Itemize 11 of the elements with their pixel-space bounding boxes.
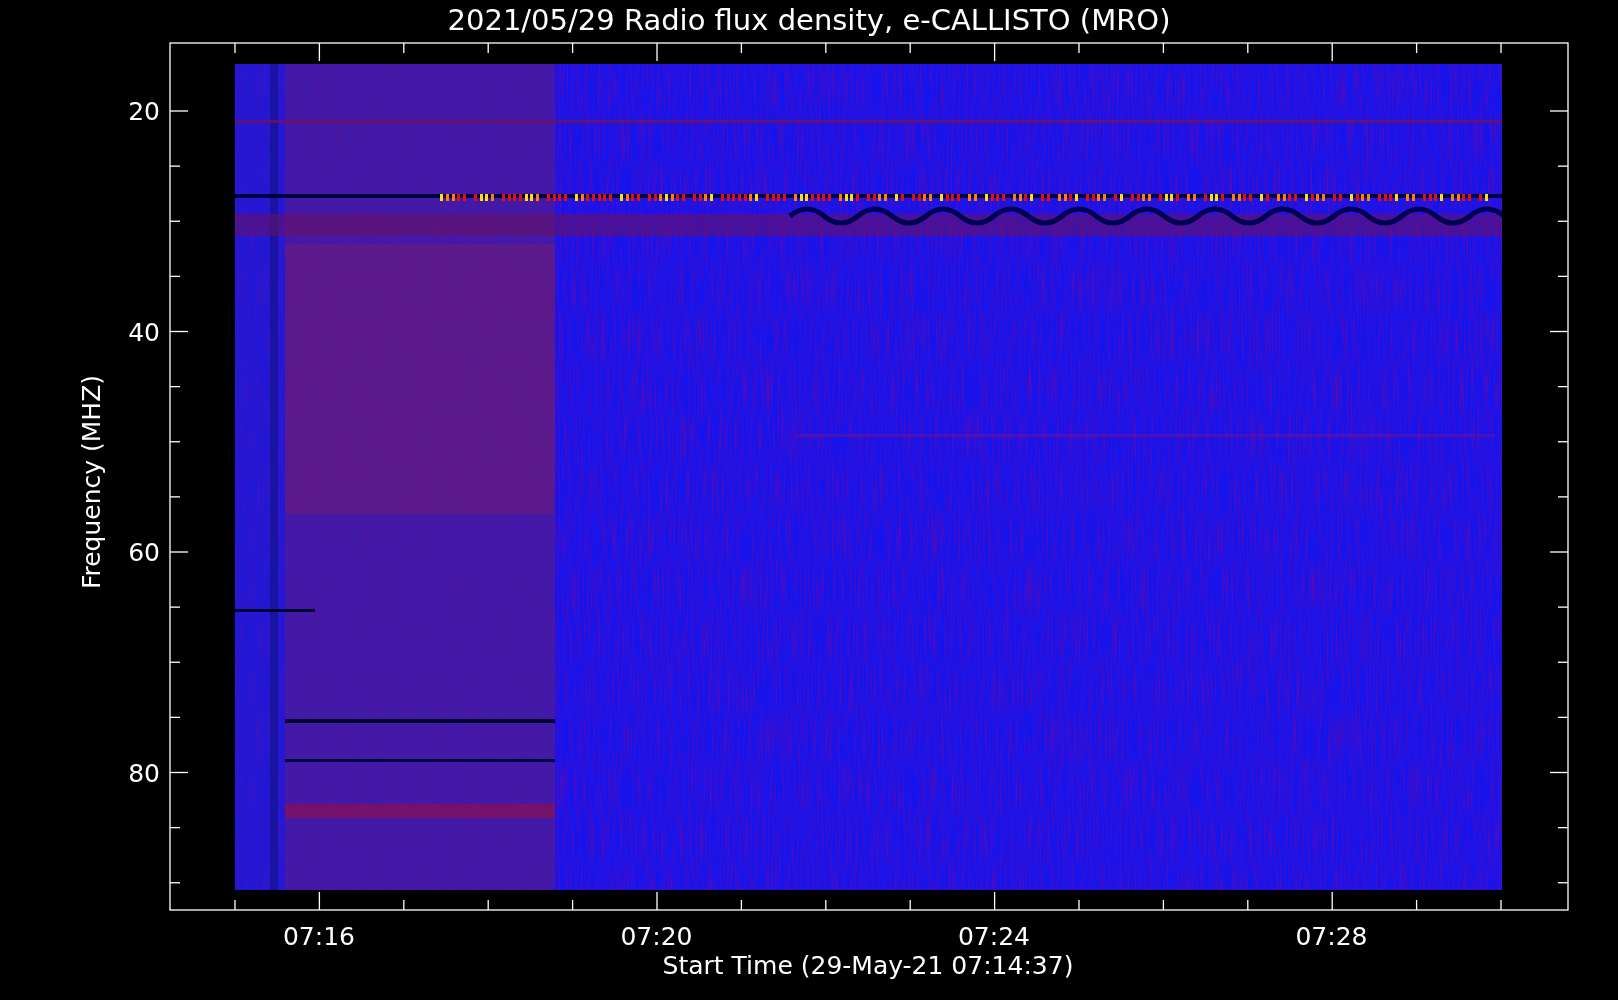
y-tick-label: 60: [128, 538, 160, 567]
y-tick-label: 20: [128, 97, 160, 126]
x-tick-label: 07:20: [620, 922, 693, 951]
y-tick-label: 80: [128, 758, 160, 788]
y-tick-label: 40: [128, 317, 160, 347]
chart-title: 2021/05/29 Radio flux density, e-CALLISTO (MRO): [447, 3, 1171, 37]
y-axis-title: Frequency (MHZ): [77, 374, 106, 590]
x-axis-title: Start Time (29-May-21 07:14:37): [662, 951, 1074, 980]
x-tick-label: 07:16: [283, 922, 355, 951]
x-tick-label: 07:24: [958, 922, 1030, 951]
x-tick-label: 07:28: [1295, 922, 1368, 951]
